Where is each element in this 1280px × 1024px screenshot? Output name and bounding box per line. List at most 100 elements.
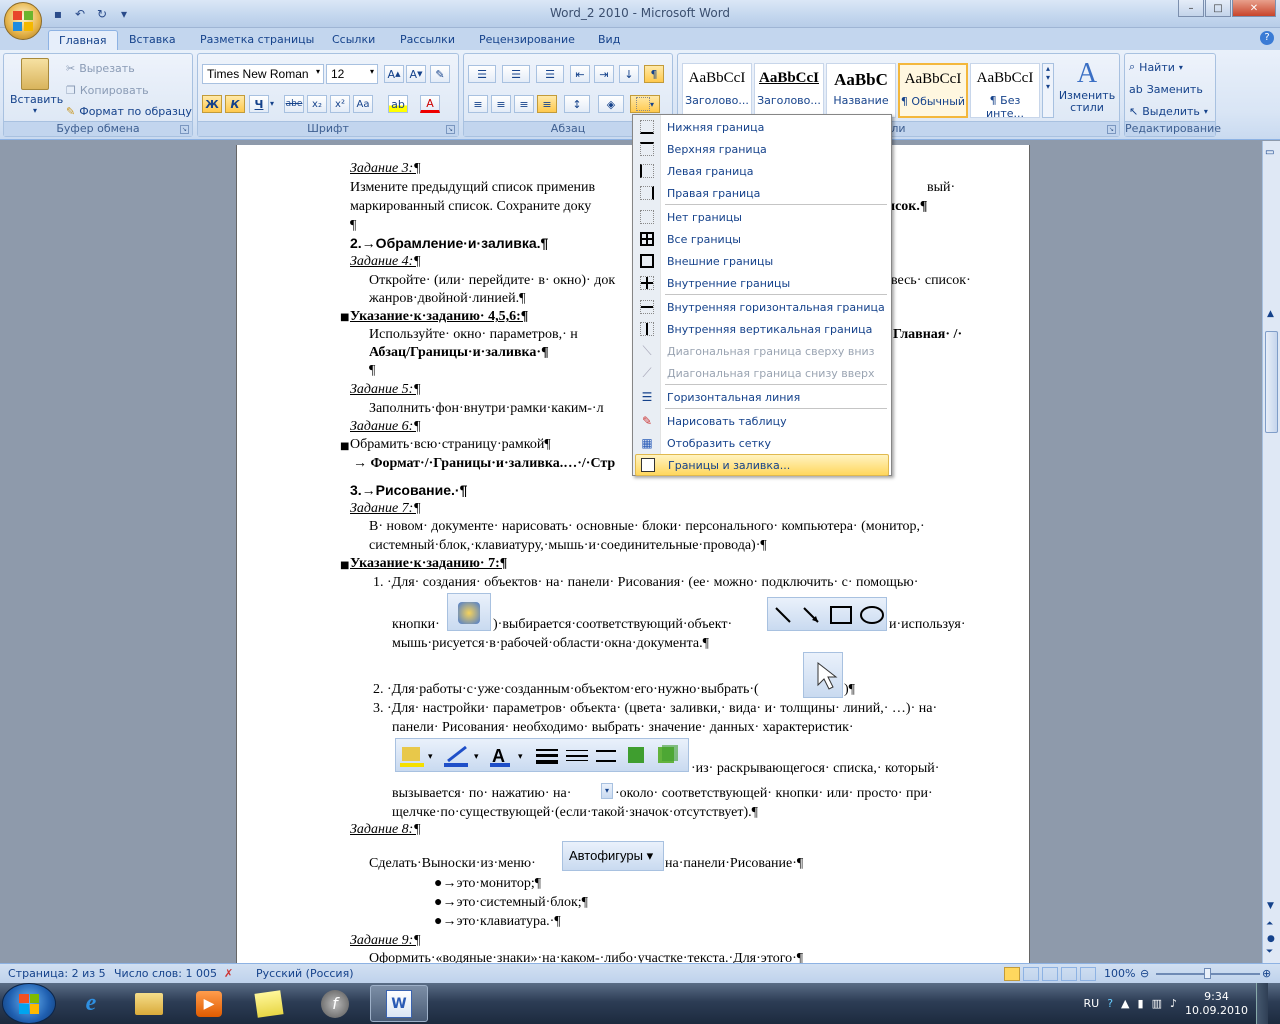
menu-item-inside-vertical[interactable]: Внутренняя вертикальная граница — [635, 318, 889, 340]
styles-launcher-icon[interactable]: ↘ — [1107, 125, 1116, 134]
minimize-button[interactable]: – — [1178, 0, 1204, 17]
volume-icon[interactable]: ♪ — [1170, 997, 1177, 1010]
align-center-icon[interactable]: ≡ — [491, 95, 511, 113]
battery-icon[interactable]: ▮ — [1138, 997, 1144, 1010]
style-normal[interactable]: AaBbCcI ¶ Обычный — [898, 63, 968, 118]
tab-review[interactable]: Рецензирование — [469, 30, 585, 50]
flash-icon[interactable]: f — [306, 985, 364, 1022]
sticky-notes-icon[interactable] — [240, 985, 298, 1022]
bold-button[interactable]: Ж — [202, 95, 222, 113]
full-screen-view-icon[interactable] — [1023, 967, 1039, 981]
previous-page-icon[interactable]: ⏶ — [1266, 919, 1273, 929]
sort-icon[interactable]: ↓ — [619, 65, 639, 83]
office-button[interactable] — [4, 2, 42, 40]
menu-item-outside-borders[interactable]: Внешние границы — [635, 250, 889, 272]
strikethrough-button[interactable]: abe — [284, 95, 304, 113]
justify-icon[interactable]: ≡ — [537, 95, 557, 113]
change-styles-button[interactable]: A Изменить стили — [1056, 58, 1118, 114]
tab-references[interactable]: Ссылки — [322, 30, 385, 50]
start-button[interactable] — [2, 983, 56, 1024]
explorer-icon[interactable] — [120, 985, 178, 1022]
vertical-scrollbar[interactable]: ▭ ▲ ▼ ⏶ ● ⏷ — [1262, 141, 1280, 963]
menu-item-top-border[interactable]: Верхняя граница — [635, 138, 889, 160]
help-icon[interactable]: ? — [1260, 31, 1274, 45]
clear-formatting-icon[interactable]: ✎ — [430, 65, 450, 83]
maximize-button[interactable]: □ — [1205, 0, 1231, 17]
print-layout-view-icon[interactable] — [1004, 967, 1020, 981]
word-count[interactable]: Число слов: 1 005 — [114, 967, 217, 980]
find-button[interactable]: ⌕ Найти ▾ — [1129, 57, 1183, 77]
menu-item-horizontal-line[interactable]: ☰ Горизонтальная линия — [635, 386, 889, 408]
arrow-tray-icon[interactable]: ▲ — [1121, 997, 1129, 1010]
zoom-in-icon[interactable]: ⊕ — [1262, 967, 1271, 980]
font-launcher-icon[interactable]: ↘ — [446, 125, 455, 134]
network-icon[interactable]: ▥ — [1152, 997, 1162, 1010]
next-page-icon[interactable]: ⏷ — [1266, 947, 1273, 957]
font-size-select[interactable]: 12 ▾ — [326, 64, 378, 84]
ruler-toggle-icon[interactable]: ▭ — [1265, 147, 1274, 158]
word-taskbar-icon[interactable]: W — [370, 985, 428, 1022]
align-right-icon[interactable]: ≡ — [514, 95, 534, 113]
style-heading2[interactable]: AaBbCcI Заголово... — [754, 63, 824, 118]
shading-icon[interactable]: ◈ — [598, 95, 624, 113]
menu-item-right-border[interactable]: Правая граница — [635, 182, 889, 204]
align-left-icon[interactable]: ≡ — [468, 95, 488, 113]
zoom-slider[interactable] — [1156, 968, 1260, 979]
show-desktop-button[interactable] — [1256, 983, 1268, 1024]
line-spacing-icon[interactable]: ↕ — [564, 95, 590, 113]
page-indicator[interactable]: Страница: 2 из 5 — [8, 967, 106, 980]
replace-button[interactable]: ab Заменить — [1129, 79, 1203, 99]
change-case-button[interactable]: Aa — [353, 95, 373, 113]
tab-insert[interactable]: Вставка — [119, 30, 186, 50]
increase-indent-icon[interactable]: ⇥ — [594, 65, 614, 83]
decrease-indent-icon[interactable]: ⇤ — [570, 65, 590, 83]
zoom-out-icon[interactable]: ⊖ — [1140, 967, 1149, 980]
close-button[interactable]: ✕ — [1232, 0, 1276, 17]
tab-view[interactable]: Вид — [588, 30, 630, 50]
web-layout-view-icon[interactable] — [1042, 967, 1058, 981]
font-color-icon[interactable]: A — [420, 95, 440, 113]
internet-explorer-icon[interactable]: e — [62, 985, 120, 1022]
language-indicator[interactable]: Русский (Россия) — [256, 967, 354, 980]
style-no-spacing[interactable]: AaBbCcI ¶ Без инте... — [970, 63, 1040, 120]
media-player-icon[interactable]: ▶ — [180, 985, 238, 1022]
cut-button[interactable]: ✂ Вырезать — [66, 58, 135, 78]
zoom-level[interactable]: 100% — [1104, 967, 1135, 980]
draft-view-icon[interactable] — [1080, 967, 1096, 981]
tab-home[interactable]: Главная — [48, 30, 118, 50]
menu-item-bottom-border[interactable]: Нижняя граница — [635, 116, 889, 138]
select-button[interactable]: ↖ Выделить ▾ — [1129, 101, 1208, 121]
input-language[interactable]: RU — [1084, 997, 1100, 1010]
menu-item-borders-and-shading[interactable]: Границы и заливка... — [635, 454, 889, 476]
outline-view-icon[interactable] — [1061, 967, 1077, 981]
menu-item-inside-horizontal[interactable]: Внутренняя горизонтальная граница — [635, 296, 889, 318]
subscript-button[interactable]: x₂ — [307, 95, 327, 113]
show-marks-icon[interactable]: ¶ — [644, 65, 664, 83]
shrink-font-icon[interactable]: A ▼ — [406, 65, 426, 83]
paste-button[interactable]: Вставить ▾ — [10, 58, 63, 115]
style-heading1[interactable]: AaBbCcI Заголово... — [682, 63, 752, 118]
grow-font-icon[interactable]: A ▲ — [384, 65, 404, 83]
underline-dropdown-icon[interactable]: ▾ — [270, 99, 274, 108]
scroll-down-icon[interactable]: ▼ — [1267, 901, 1274, 911]
format-painter-button[interactable]: ✎ Формат по образцу — [66, 101, 192, 121]
clock[interactable]: 9:34 10.09.2010 — [1185, 990, 1248, 1018]
numbering-icon[interactable]: ☰ — [502, 65, 530, 83]
tab-mailings[interactable]: Рассылки — [390, 30, 465, 50]
style-title[interactable]: AaBbC Название — [826, 63, 896, 118]
tab-page-layout[interactable]: Разметка страницы — [190, 30, 324, 50]
multilevel-list-icon[interactable]: ☰ — [536, 65, 564, 83]
italic-button[interactable]: К — [225, 95, 245, 113]
spelling-check-icon[interactable]: ✗ — [224, 967, 233, 980]
zoom-slider-thumb[interactable] — [1204, 968, 1211, 979]
superscript-button[interactable]: x² — [330, 95, 350, 113]
menu-item-all-borders[interactable]: Все границы — [635, 228, 889, 250]
copy-button[interactable]: ❐ Копировать — [66, 80, 149, 100]
scroll-thumb[interactable] — [1265, 331, 1278, 433]
scroll-up-icon[interactable]: ▲ — [1267, 309, 1274, 319]
menu-item-draw-table[interactable]: ✎ Нарисовать таблицу — [635, 410, 889, 432]
help-tray-icon[interactable]: ? — [1107, 997, 1113, 1010]
bullets-icon[interactable]: ☰ — [468, 65, 496, 83]
highlight-icon[interactable]: ab — [388, 95, 408, 113]
underline-button[interactable]: Ч — [249, 95, 269, 113]
